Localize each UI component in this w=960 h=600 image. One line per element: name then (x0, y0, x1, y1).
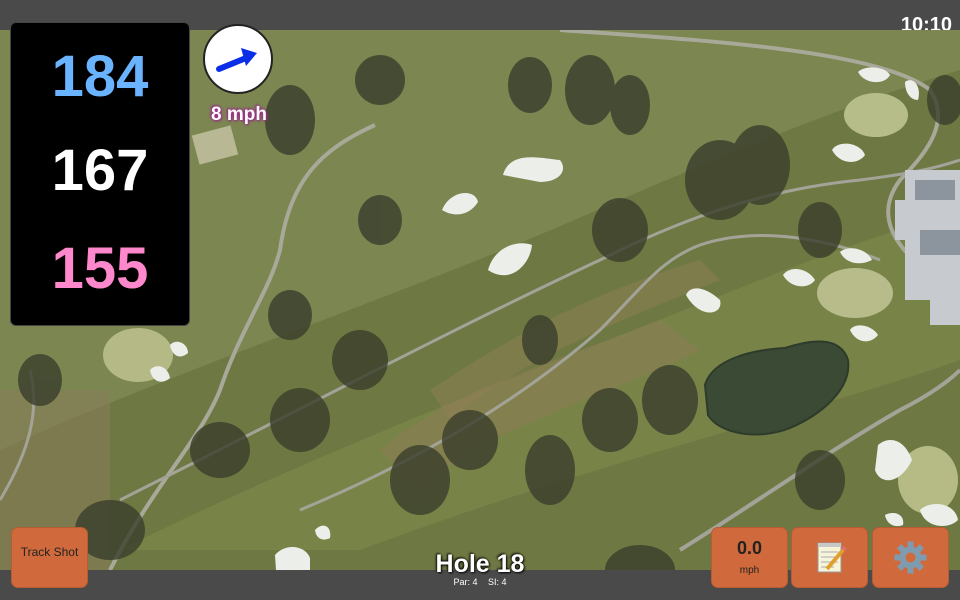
speed-unit: mph (739, 565, 760, 576)
wind-direction-arrow-icon (216, 48, 257, 72)
settings-button[interactable] (873, 528, 948, 587)
speed-button[interactable]: 0.0 mph (712, 528, 787, 587)
notepad-icon (817, 542, 847, 573)
hole-par: Par: 4 (453, 577, 478, 587)
distance-panel: 184 167 155 (10, 22, 190, 326)
notes-button[interactable] (792, 528, 867, 587)
hole-info: Par: 4 SI: 4 (380, 577, 580, 587)
hole-stroke-index: SI: 4 (488, 577, 507, 587)
gear-icon (894, 541, 927, 574)
wind-speed-label: 8 mph (211, 104, 267, 125)
speed-value: 0.0 (736, 538, 763, 558)
wind-indicator (203, 24, 273, 94)
track-shot-label: Track Shot (20, 545, 79, 559)
distance-middle: 167 (51, 138, 149, 203)
distance-back: 184 (51, 44, 149, 109)
track-shot-button[interactable]: Track Shot (12, 528, 87, 587)
hole-title: Hole 18 (435, 550, 525, 578)
distance-front: 155 (51, 236, 149, 301)
